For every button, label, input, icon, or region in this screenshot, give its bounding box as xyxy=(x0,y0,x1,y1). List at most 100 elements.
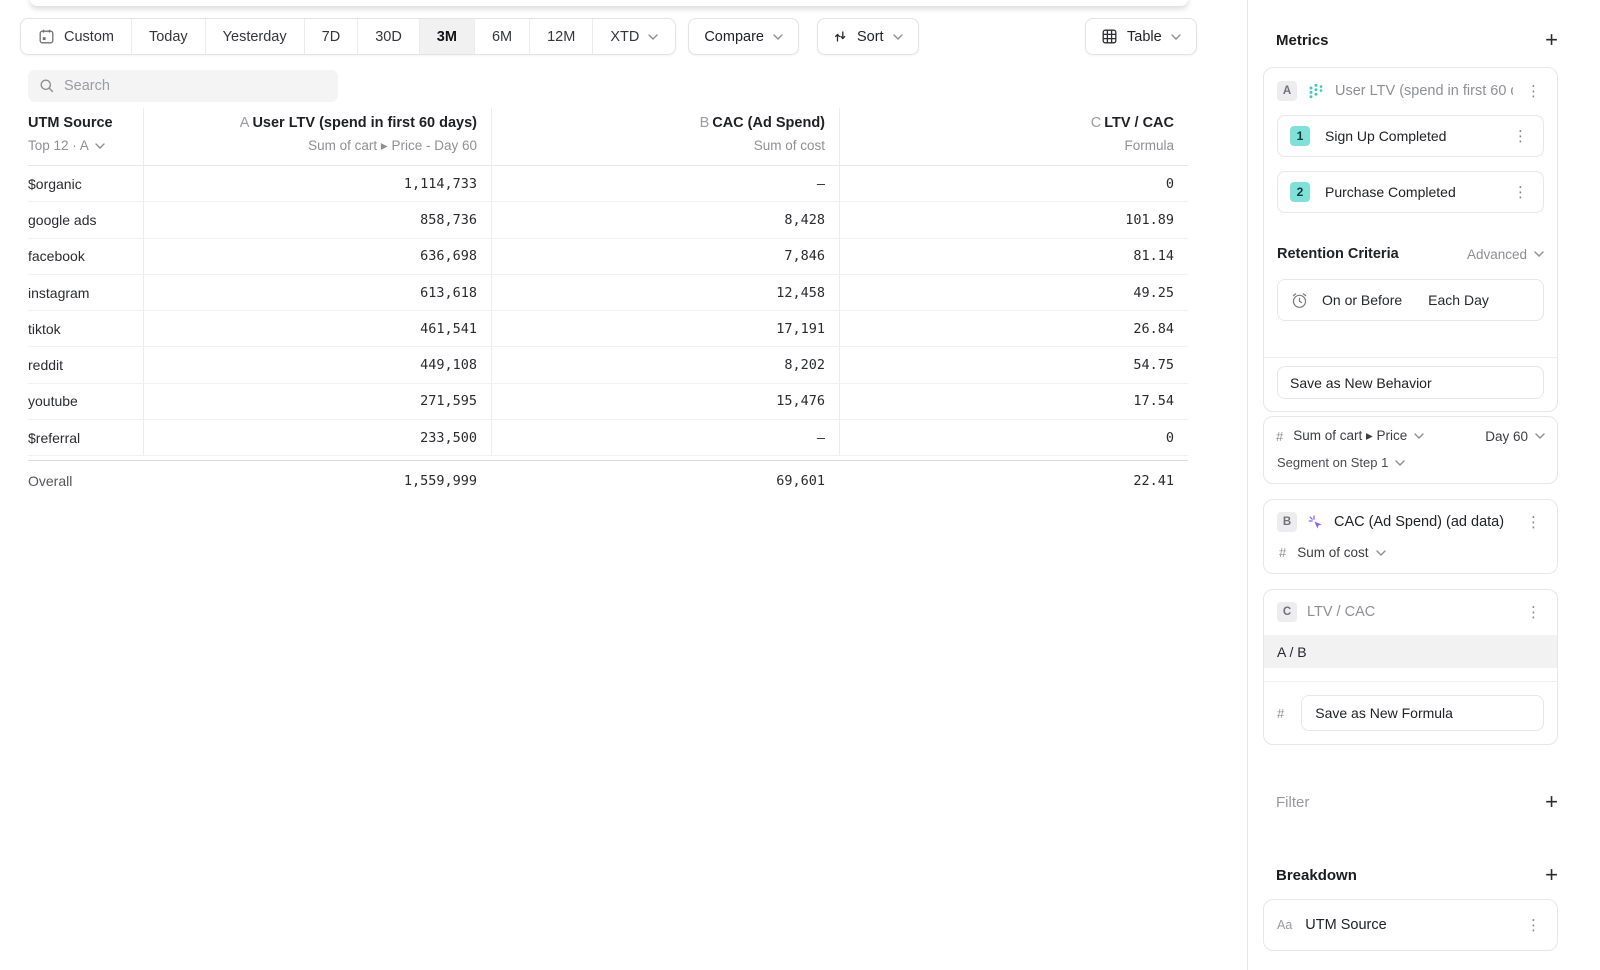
breakdown-title: Breakdown xyxy=(1276,867,1357,884)
measurement-box: # Sum of cart ▸ Price Day 60 Segment on … xyxy=(1263,416,1558,484)
metric-b-title[interactable]: CAC (Ad Spend) (ad data) xyxy=(1334,514,1513,530)
compare-label: Compare xyxy=(704,29,764,45)
metric-card-b: B CAC (Ad Spend) (ad data) ⋮ # Sum of co… xyxy=(1263,499,1558,574)
metric-c-title[interactable]: LTV / CAC xyxy=(1307,604,1513,620)
view-label: Table xyxy=(1127,29,1162,45)
overall-cac: 69,601 xyxy=(491,461,839,500)
breakdown-section-header: Breakdown + xyxy=(1263,865,1558,885)
cost-measure-dropdown[interactable]: Sum of cost xyxy=(1297,545,1385,560)
measure-dropdown[interactable]: Sum of cart ▸ Price xyxy=(1293,428,1424,444)
column-subtitle[interactable]: Top 12 · A xyxy=(28,138,143,153)
ratio-value-cell: 0 xyxy=(839,420,1188,455)
segment-dropdown[interactable]: Segment on Step 1 xyxy=(1276,455,1545,470)
overall-label: Overall xyxy=(28,473,143,489)
ratio-value-cell: 49.25 xyxy=(839,275,1188,310)
advanced-dropdown[interactable]: Advanced xyxy=(1467,247,1544,262)
kebab-menu-icon[interactable]: ⋮ xyxy=(1523,603,1544,622)
sort-button[interactable]: Sort xyxy=(817,18,919,55)
column-title: UTM Source xyxy=(28,115,143,131)
date-range-label: Custom xyxy=(64,29,114,45)
table-row: $organic 1,114,733 – 0 xyxy=(28,166,1188,202)
column-title: CAC (Ad Spend) xyxy=(712,115,825,131)
column-header-user-ltv[interactable]: AUser LTV (spend in first 60 days) Sum o… xyxy=(143,108,491,165)
column-header-ltv-cac[interactable]: CLTV / CAC Formula xyxy=(839,108,1188,165)
table-row: facebook 636,698 7,846 81.14 xyxy=(28,239,1188,275)
column-subtitle: Sum of cart ▸ Price - Day 60 xyxy=(144,138,477,154)
date-range-button[interactable]: 6M xyxy=(475,19,530,54)
chevron-down-icon xyxy=(773,34,783,40)
formula-input[interactable]: A / B xyxy=(1264,635,1557,668)
step-event-label: Purchase Completed xyxy=(1325,184,1495,200)
date-range-label: 30D xyxy=(375,29,402,45)
search-icon xyxy=(39,78,55,94)
metric-badge-a: A xyxy=(1277,81,1297,101)
column-title: LTV / CAC xyxy=(1104,115,1174,131)
date-range-button[interactable]: Yesterday xyxy=(206,19,305,54)
kebab-menu-icon[interactable]: ⋮ xyxy=(1523,513,1544,532)
column-header-utm-source[interactable]: UTM Source Top 12 · A xyxy=(28,108,143,165)
calendar-icon xyxy=(38,28,55,45)
ratio-value-cell: 101.89 xyxy=(839,202,1188,237)
date-range-button[interactable]: 12M xyxy=(530,19,593,54)
filter-title: Filter xyxy=(1276,794,1309,811)
overall-row: Overall 1,559,999 69,601 22.41 xyxy=(28,460,1188,500)
chevron-down-icon xyxy=(893,34,903,40)
chevron-down-icon xyxy=(1414,433,1424,439)
date-range-label: 6M xyxy=(492,29,512,45)
utm-source-cell: $referral xyxy=(28,430,143,446)
add-filter-button[interactable]: + xyxy=(1545,792,1558,812)
ratio-value-cell: 17.54 xyxy=(839,384,1188,419)
chevron-down-icon xyxy=(1535,433,1545,439)
column-subtitle: Formula xyxy=(840,138,1174,153)
view-selector-button[interactable]: Table xyxy=(1085,18,1197,55)
timing-window[interactable]: Each Day xyxy=(1428,292,1489,308)
ratio-value-cell: 81.14 xyxy=(839,239,1188,274)
search-box[interactable] xyxy=(28,70,338,102)
filter-section-header: Filter + xyxy=(1263,792,1558,812)
date-range-label: Yesterday xyxy=(223,29,287,45)
add-breakdown-button[interactable]: + xyxy=(1545,865,1558,885)
utm-source-cell: reddit xyxy=(28,357,143,373)
date-range-group: Custom Today xyxy=(20,18,676,55)
save-as-new-behavior-button[interactable]: Save as New Behavior xyxy=(1277,366,1544,399)
behavior-step[interactable]: 1 Sign Up Completed ⋮ xyxy=(1277,115,1544,157)
card-divider xyxy=(1264,681,1557,682)
date-range-label: Today xyxy=(149,29,188,45)
sort-label: Sort xyxy=(857,29,884,45)
sort-arrows-icon xyxy=(833,29,848,44)
date-range-button[interactable]: Today xyxy=(132,19,206,54)
date-range-button[interactable]: Custom xyxy=(21,19,132,54)
add-metric-button[interactable]: + xyxy=(1545,30,1558,50)
breakdown-table: UTM Source Top 12 · A AUser LTV (spend i… xyxy=(28,108,1188,500)
column-header-cac[interactable]: BCAC (Ad Spend) Sum of cost xyxy=(491,108,839,165)
chevron-down-icon xyxy=(95,143,105,149)
alarm-clock-icon xyxy=(1290,291,1309,310)
retention-timing-box[interactable]: On or Before Each Day xyxy=(1277,279,1544,321)
ratio-value-cell: 0 xyxy=(839,166,1188,201)
kebab-menu-icon[interactable]: ⋮ xyxy=(1510,183,1531,202)
query-builder-sidebar: Metrics + A User LTV (spend in first 60 … xyxy=(1247,0,1600,970)
breakdown-property-card[interactable]: Aa UTM Source ⋮ xyxy=(1263,899,1558,951)
timing-operator[interactable]: On or Before xyxy=(1322,292,1402,308)
search-input[interactable] xyxy=(64,78,327,94)
date-range-button[interactable]: XTD xyxy=(593,19,675,54)
kebab-menu-icon[interactable]: ⋮ xyxy=(1510,127,1531,146)
date-range-button[interactable]: 30D xyxy=(358,19,420,54)
overall-ltv: 1,559,999 xyxy=(143,461,491,500)
metric-a-title[interactable]: User LTV (spend in first 60 da... xyxy=(1335,83,1513,99)
compare-button[interactable]: Compare xyxy=(688,18,799,55)
kebab-menu-icon[interactable]: ⋮ xyxy=(1523,916,1544,935)
save-as-new-formula-button[interactable]: Save as New Formula xyxy=(1301,695,1544,731)
retention-criteria-row: Retention Criteria Advanced xyxy=(1277,246,1544,262)
numeric-type-icon: # xyxy=(1276,429,1283,444)
behavior-step[interactable]: 2 Purchase Completed ⋮ xyxy=(1277,171,1544,213)
metric-card-c: C LTV / CAC ⋮ A / B # Save as New Formul… xyxy=(1263,589,1558,745)
behavior-dots-icon xyxy=(1307,82,1325,100)
kebab-menu-icon[interactable]: ⋮ xyxy=(1523,82,1544,101)
column-subtitle: Sum of cost xyxy=(492,138,825,153)
date-range-button[interactable]: 7D xyxy=(305,19,359,54)
step-number-badge: 2 xyxy=(1290,182,1310,202)
day-window-dropdown[interactable]: Day 60 xyxy=(1485,429,1545,444)
ltv-value-cell: 858,736 xyxy=(143,202,491,237)
date-range-button[interactable]: 3M xyxy=(420,19,475,54)
